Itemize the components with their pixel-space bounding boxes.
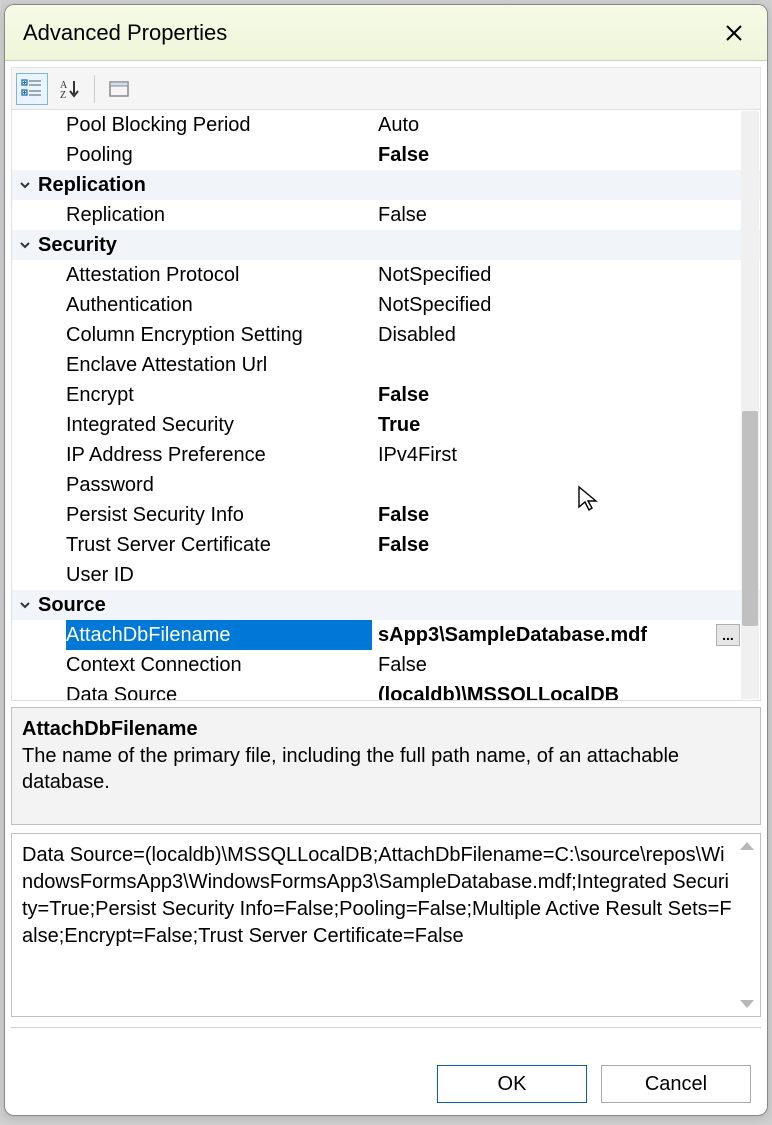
property-category[interactable]: Replication bbox=[12, 170, 760, 200]
property-value[interactable]: False bbox=[372, 650, 740, 680]
description-text: The name of the primary file, including … bbox=[22, 743, 750, 795]
property-name: Enclave Attestation Url bbox=[38, 350, 372, 380]
property-pages-button[interactable] bbox=[103, 73, 135, 105]
property-name: Persist Security Info bbox=[38, 500, 372, 530]
chevron-down-icon bbox=[18, 598, 32, 612]
advanced-properties-dialog: Advanced Properties A bbox=[4, 4, 768, 1116]
property-row[interactable]: Attestation ProtocolNotSpecified bbox=[12, 260, 760, 290]
property-row[interactable]: Password bbox=[12, 470, 760, 500]
close-button[interactable] bbox=[719, 18, 749, 48]
chevron-down-icon bbox=[18, 238, 32, 252]
property-name: Authentication bbox=[38, 290, 372, 320]
property-category-label: Security bbox=[38, 230, 760, 260]
svg-text:Z: Z bbox=[60, 90, 66, 100]
property-row[interactable]: Enclave Attestation Url bbox=[12, 350, 760, 380]
property-row[interactable]: Trust Server CertificateFalse bbox=[12, 530, 760, 560]
toolbar-area: A Z bbox=[5, 61, 767, 109]
property-row[interactable]: Column Encryption SettingDisabled bbox=[12, 320, 760, 350]
property-value[interactable]: Disabled bbox=[372, 320, 740, 350]
property-row[interactable]: Context ConnectionFalse bbox=[12, 650, 760, 680]
description-panel: AttachDbFilename The name of the primary… bbox=[11, 707, 761, 825]
property-name: AttachDbFilename bbox=[66, 620, 372, 650]
property-grid: Pool Blocking PeriodAutoPoolingFalseRepl… bbox=[11, 109, 761, 701]
property-row[interactable]: AttachDbFilenamesApp3\SampleDatabase.mdf… bbox=[12, 620, 760, 650]
property-row[interactable]: Integrated SecurityTrue bbox=[12, 410, 760, 440]
expand-toggle[interactable] bbox=[12, 238, 38, 252]
property-row[interactable]: Pool Blocking PeriodAuto bbox=[12, 110, 760, 140]
dialog-buttons: OK Cancel bbox=[437, 1065, 751, 1103]
property-name: Context Connection bbox=[38, 650, 372, 680]
description-title: AttachDbFilename bbox=[22, 718, 750, 741]
connection-string-value: Data Source=(localdb)\MSSQLLocalDB;Attac… bbox=[22, 844, 732, 947]
property-category[interactable]: Security bbox=[12, 230, 760, 260]
property-name: User ID bbox=[38, 560, 372, 590]
property-value[interactable]: NotSpecified bbox=[372, 260, 740, 290]
titlebar: Advanced Properties bbox=[5, 5, 767, 61]
scrollbar-thumb[interactable] bbox=[742, 411, 758, 626]
property-name: Integrated Security bbox=[38, 410, 372, 440]
separator bbox=[11, 1027, 761, 1028]
alphabetical-icon: A Z bbox=[59, 78, 81, 100]
scrollbar-track[interactable] bbox=[741, 111, 759, 699]
property-name: Column Encryption Setting bbox=[38, 320, 372, 350]
property-row[interactable]: Data Source(localdb)\MSSQLLocalDB bbox=[12, 680, 760, 700]
property-row[interactable]: AuthenticationNotSpecified bbox=[12, 290, 760, 320]
property-row[interactable]: Persist Security InfoFalse bbox=[12, 500, 760, 530]
toolbar-separator bbox=[94, 75, 95, 103]
property-name: Pool Blocking Period bbox=[38, 110, 372, 140]
window-title: Advanced Properties bbox=[23, 20, 227, 46]
categorized-icon bbox=[21, 78, 43, 100]
expand-toggle[interactable] bbox=[12, 178, 38, 192]
property-value[interactable]: False bbox=[372, 500, 740, 530]
browse-button[interactable]: ... bbox=[716, 624, 740, 646]
close-icon bbox=[725, 24, 743, 42]
property-name: Encrypt bbox=[38, 380, 372, 410]
property-value[interactable]: IPv4First bbox=[372, 440, 740, 470]
chevron-down-icon bbox=[18, 178, 32, 192]
property-value[interactable]: False bbox=[372, 380, 740, 410]
property-value[interactable]: (localdb)\MSSQLLocalDB bbox=[372, 680, 740, 700]
property-name: IP Address Preference bbox=[38, 440, 372, 470]
scroll-down-icon[interactable] bbox=[740, 1000, 754, 1008]
property-row[interactable]: PoolingFalse bbox=[12, 140, 760, 170]
property-value[interactable]: sApp3\SampleDatabase.mdf... bbox=[372, 620, 740, 650]
expand-toggle[interactable] bbox=[12, 598, 38, 612]
property-value[interactable]: False bbox=[372, 140, 740, 170]
property-pages-icon bbox=[108, 78, 130, 100]
property-name: Password bbox=[38, 470, 372, 500]
property-name: Data Source bbox=[38, 680, 372, 700]
property-name: Trust Server Certificate bbox=[38, 530, 372, 560]
property-row[interactable]: User ID bbox=[12, 560, 760, 590]
categorized-button[interactable] bbox=[16, 73, 48, 105]
property-category-label: Replication bbox=[38, 170, 760, 200]
property-category-label: Source bbox=[38, 590, 760, 620]
connection-string-textbox[interactable]: Data Source=(localdb)\MSSQLLocalDB;Attac… bbox=[11, 833, 761, 1017]
property-category[interactable]: Source bbox=[12, 590, 760, 620]
property-value[interactable]: True bbox=[372, 410, 740, 440]
property-value[interactable]: False bbox=[372, 530, 740, 560]
alphabetical-button[interactable]: A Z bbox=[54, 73, 86, 105]
property-value-text: sApp3\SampleDatabase.mdf bbox=[378, 620, 647, 650]
property-name: Pooling bbox=[38, 140, 372, 170]
property-grid-toolbar: A Z bbox=[11, 67, 761, 109]
property-name: Attestation Protocol bbox=[38, 260, 372, 290]
property-value[interactable]: NotSpecified bbox=[372, 290, 740, 320]
property-row[interactable]: EncryptFalse bbox=[12, 380, 760, 410]
property-row[interactable]: ReplicationFalse bbox=[12, 200, 760, 230]
property-grid-body[interactable]: Pool Blocking PeriodAutoPoolingFalseRepl… bbox=[12, 110, 760, 700]
scroll-up-icon[interactable] bbox=[740, 842, 754, 850]
property-value[interactable]: Auto bbox=[372, 110, 740, 140]
property-name: Replication bbox=[38, 200, 372, 230]
ok-button[interactable]: OK bbox=[437, 1065, 587, 1103]
property-value[interactable]: False bbox=[372, 200, 740, 230]
cancel-button[interactable]: Cancel bbox=[601, 1065, 751, 1103]
property-row[interactable]: IP Address PreferenceIPv4First bbox=[12, 440, 760, 470]
